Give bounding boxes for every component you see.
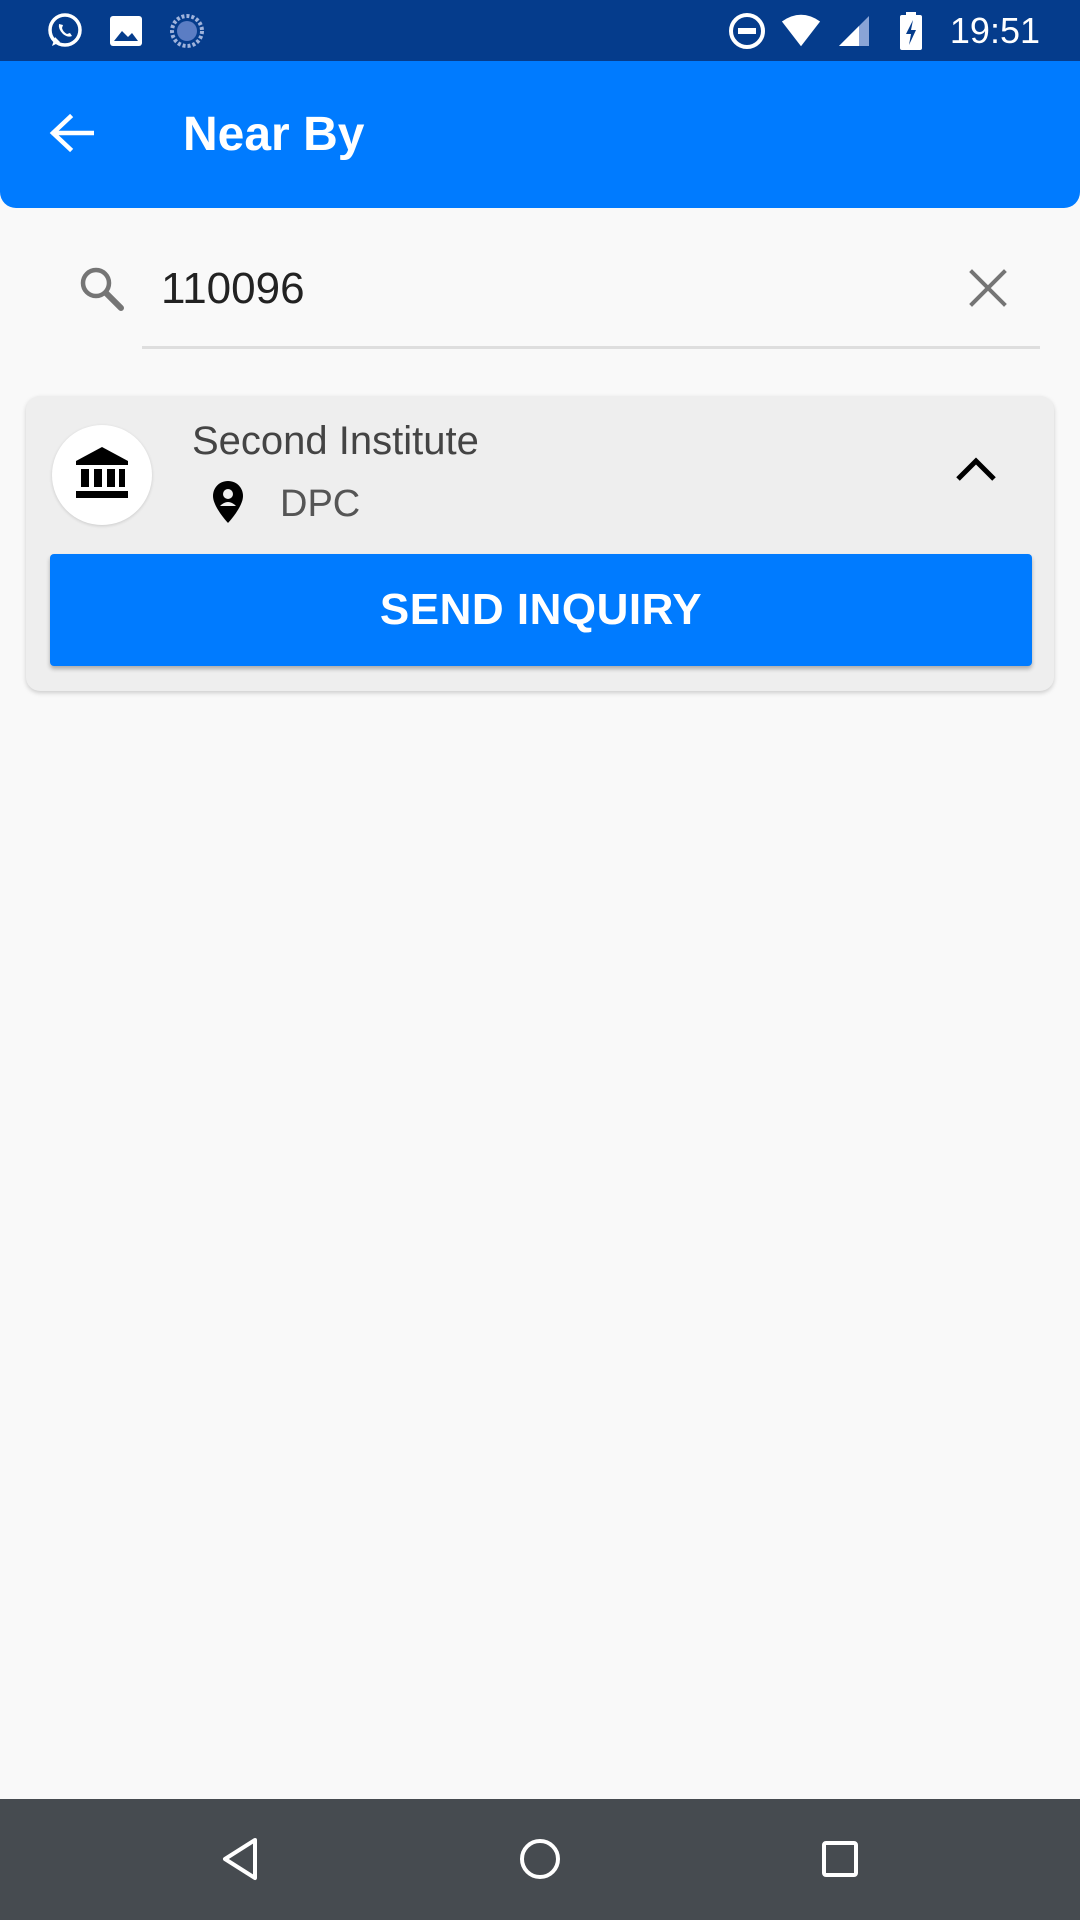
status-clock: 19:51	[949, 10, 1040, 51]
institution-icon	[74, 445, 130, 506]
page-title: Near By	[183, 108, 365, 161]
nav-recents-button[interactable]	[808, 1829, 872, 1893]
battery-charging-icon	[890, 10, 932, 52]
close-icon	[968, 268, 1008, 313]
whatsapp-icon	[44, 10, 86, 52]
location-pin-icon	[208, 478, 248, 526]
collapse-button[interactable]	[946, 446, 1006, 496]
institute-card[interactable]: Second Institute DPC SEND INQUIRY	[26, 396, 1054, 691]
loading-icon	[166, 10, 208, 52]
do-not-disturb-icon	[726, 10, 768, 52]
app-bar: Near By	[0, 61, 1080, 208]
navigation-bar	[0, 1799, 1080, 1920]
nav-back-button[interactable]	[208, 1829, 272, 1893]
search-underline	[142, 346, 1040, 349]
institute-location: DPC	[280, 483, 361, 525]
back-button[interactable]	[36, 103, 106, 167]
recents-square-icon	[820, 1839, 860, 1884]
home-circle-icon	[518, 1837, 562, 1886]
institute-name: Second Institute	[192, 419, 479, 463]
clear-search-button[interactable]	[960, 262, 1016, 318]
arrow-left-icon	[48, 113, 95, 158]
avatar	[52, 425, 152, 525]
search-icon	[73, 260, 129, 316]
send-inquiry-button[interactable]: SEND INQUIRY	[50, 554, 1032, 666]
nav-home-button[interactable]	[508, 1829, 572, 1893]
gallery-icon	[105, 10, 147, 52]
back-triangle-icon	[219, 1836, 261, 1887]
status-bar: 19:51	[0, 0, 1080, 61]
search-input[interactable]	[141, 262, 941, 316]
cell-signal-icon	[833, 10, 875, 52]
wifi-icon	[780, 10, 822, 52]
chevron-up-icon	[955, 455, 997, 488]
